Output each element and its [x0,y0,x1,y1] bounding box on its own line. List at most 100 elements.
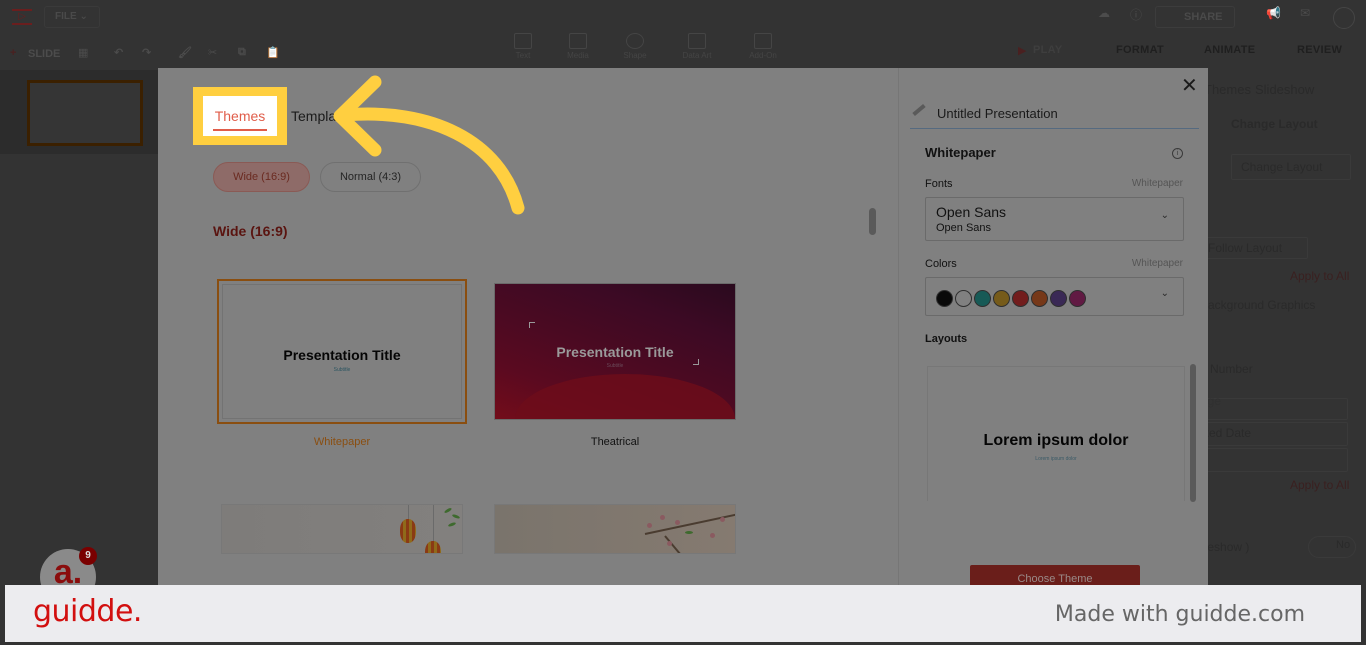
file-menu-button[interactable]: FILE ⌄ [44,6,100,28]
paste-icon[interactable]: 📋 [266,46,280,59]
share-button[interactable]: SHARE [1155,6,1235,28]
blossom-icon [667,541,672,546]
change-layout-heading: Change Layout [1231,117,1318,131]
tab-review[interactable]: REVIEW [1297,44,1342,56]
date-format-dropdown[interactable] [1208,448,1348,472]
insert-data-art-button[interactable]: Data Art [672,33,722,60]
app-logo-icon: ▷ [12,9,32,25]
preview-title: Presentation Title [556,344,674,360]
fixed-date-label: Fixed Date [1208,426,1252,440]
theme-gallery: Themes Templates Wide (16:9) Normal (4:3… [158,68,898,585]
add-slide-icon[interactable]: + [10,47,16,59]
insert-shape-button[interactable]: Shape [610,33,660,60]
leaf-icon [451,513,461,520]
apply-to-all-link-2[interactable]: Apply to All [1290,478,1349,492]
tab-templates[interactable]: Templates [291,108,355,124]
colors-dropdown[interactable]: ⌄ [925,277,1184,316]
choose-theme-button[interactable]: Choose Theme [970,565,1140,585]
tab-themes-label: Themes [214,108,266,124]
insert-add-on-button[interactable]: Add-On [738,33,788,60]
gallery-scrollbar[interactable] [869,208,876,235]
announcement-icon[interactable]: 📢 [1266,6,1281,20]
add-slide-button[interactable]: SLIDE [28,48,60,60]
color-swatch [1050,290,1067,307]
file-menu-label: FILE [55,11,77,22]
background-graphics-option[interactable]: Background Graphics [1208,298,1315,312]
layout-preview-title: Lorem ipsum dolor [983,432,1129,449]
redo-icon[interactable]: ↷ [142,46,151,59]
guidde-badge-count: 9 [79,547,97,565]
page-input[interactable] [1208,398,1348,420]
theme-name-theatrical[interactable]: Theatrical [490,436,740,448]
props-tab-themes[interactable]: Themes [1208,82,1251,97]
theme-card-whitepaper[interactable]: Presentation Title Subtitle [217,279,467,424]
slide-thumbnail-1[interactable] [27,80,143,146]
theme-card-blossom[interactable] [494,504,736,554]
user-avatar[interactable] [1333,7,1355,29]
format-properties-panel: Themes Slideshow Change Layout Change La… [1208,70,1366,585]
selected-theme-name: Whitepaper [925,145,996,160]
blossom-icon [660,515,665,520]
layout-preview-subtitle: Lorem ipsum dolor [1035,456,1077,462]
copy-icon[interactable]: ⧉ [238,46,246,59]
insert-add-on-label: Add-On [749,51,777,60]
preview-subtitle: Subtitle [333,367,351,373]
format-painter-icon[interactable]: 🖌 [178,46,192,59]
presentation-title-field[interactable] [910,103,1199,129]
theme-picker-dialog: Themes Templates Wide (16:9) Normal (4:3… [158,68,1208,585]
preview-title: Presentation Title [283,347,401,363]
slideshow-option-label: ( Slideshow ) [1208,540,1250,554]
data-art-icon [688,33,706,49]
body-font: Open Sans [936,222,992,234]
layouts-label: Layouts [925,333,968,345]
lantern-string [408,505,409,519]
tab-animate[interactable]: ANIMATE [1204,44,1255,56]
lantern-string [433,505,434,541]
text-icon [514,33,532,49]
theme-card-lantern[interactable] [221,504,463,554]
theme-card-theatrical[interactable]: Presentation Title Subtitle [494,283,736,420]
cut-icon[interactable]: ✂ [208,46,217,59]
close-icon[interactable]: ✕ [1181,76,1198,96]
layout-preview[interactable]: Lorem ipsum dolor Lorem ipsum dolor [927,366,1185,501]
slideshow-toggle-value: No [1336,539,1351,551]
play-button[interactable]: PLAY [1033,44,1063,56]
puzzle-icon [754,33,772,49]
info-icon[interactable]: ⓘ [1130,6,1142,23]
feedback-mail-icon[interactable]: ✉ [1300,6,1310,20]
theatrical-glow [515,374,735,419]
aspect-normal-pill[interactable]: Normal (4:3) [320,162,421,192]
apply-to-all-link-1[interactable]: Apply to All [1290,269,1349,283]
tab-format[interactable]: FORMAT [1116,44,1164,56]
tab-themes[interactable]: Themes [203,96,277,136]
blossom-icon [710,533,715,538]
colors-source: Whitepaper [1131,258,1183,269]
fonts-dropdown[interactable]: Open Sans Open Sans ⌄ [925,197,1184,241]
preview-subtitle: Subtitle [606,363,624,369]
color-swatch [1069,290,1086,307]
presentation-title-input[interactable] [937,106,1187,121]
insert-media-button[interactable]: Media [553,33,603,60]
heading-font: Open Sans [936,204,1007,220]
leaf-icon [447,521,457,528]
color-swatch [1031,290,1048,307]
corner-mark-icon [529,322,535,328]
insert-text-button[interactable]: Text [498,33,548,60]
blossom-icon [647,523,652,528]
layout-icon[interactable]: ▦ [78,46,88,59]
leaf-icon [443,507,453,514]
aspect-wide-pill[interactable]: Wide (16:9) [213,162,310,192]
share-label: SHARE [1184,11,1223,23]
props-tab-slideshow[interactable]: Slideshow [1255,82,1314,97]
theme-name-whitepaper[interactable]: Whitepaper [217,436,467,448]
leaf-icon [685,531,693,534]
layouts-scrollbar[interactable] [1190,364,1196,502]
chevron-down-icon: ⌄ [1160,288,1169,299]
undo-icon[interactable]: ↶ [114,46,123,59]
slide-thumbnails-panel [0,70,158,585]
play-icon[interactable]: ▶ [1018,44,1027,57]
media-icon [569,33,587,49]
pencil-icon [912,103,926,117]
info-icon[interactable]: i [1172,148,1183,159]
blossom-icon [675,520,680,525]
